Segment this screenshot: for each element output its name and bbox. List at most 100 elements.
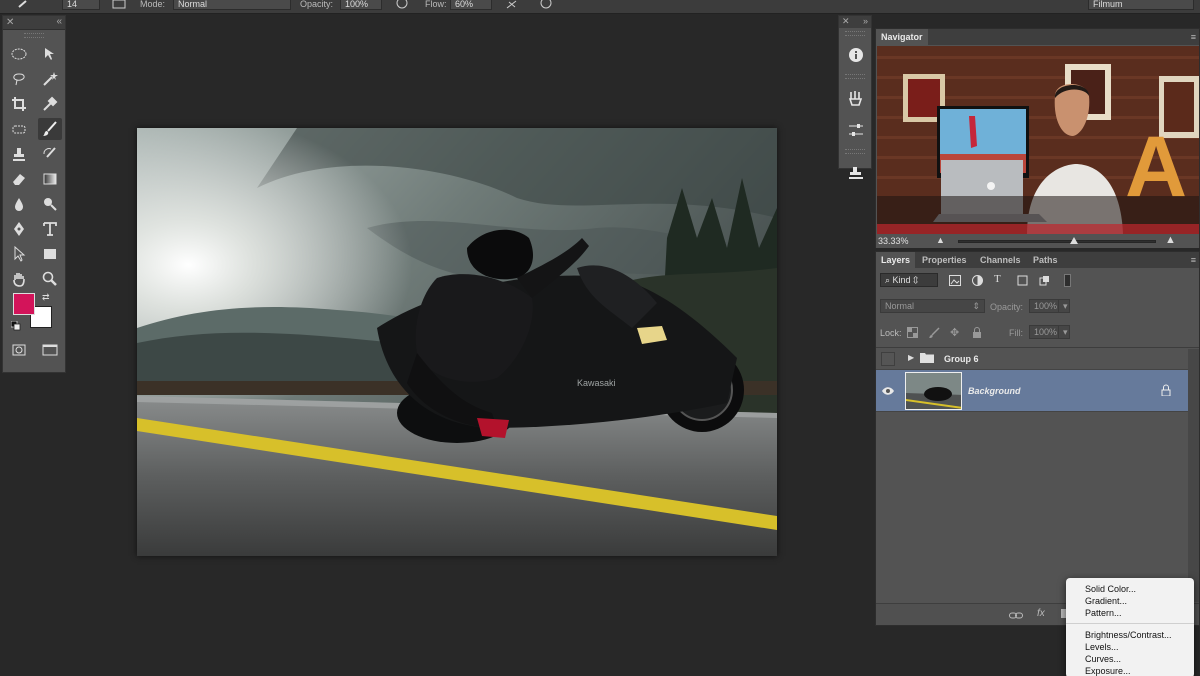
layer-style-icon[interactable]: fx [1037, 608, 1045, 619]
layer-row-background[interactable]: Background [876, 370, 1188, 412]
type-icon[interactable] [38, 218, 62, 240]
zoom-percent[interactable]: 33.33% [878, 236, 909, 246]
brush-panel-icon[interactable] [112, 0, 126, 10]
eyedropper-icon[interactable] [38, 93, 62, 115]
opacity-field[interactable]: 100% [340, 0, 382, 10]
eye-icon[interactable] [881, 384, 895, 398]
document-canvas[interactable]: Kawasaki [137, 128, 777, 556]
smart-object-filter-icon[interactable] [1039, 275, 1050, 288]
foreground-color-swatch[interactable] [13, 293, 35, 315]
default-colors-icon[interactable] [10, 318, 21, 331]
lock-position-icon[interactable]: ✥ [950, 326, 959, 339]
zoom-slider-thumb[interactable] [1069, 237, 1078, 244]
opacity-dropdown-icon[interactable]: ▾ [1058, 299, 1070, 313]
panel-grip[interactable] [24, 33, 44, 38]
fill-field[interactable]: 100% [1029, 325, 1061, 339]
history-brush-icon[interactable] [38, 143, 62, 165]
close-icon[interactable]: ✕ [6, 17, 14, 28]
hand-icon[interactable] [7, 268, 31, 290]
lock-transparent-icon[interactable] [907, 327, 918, 340]
zoom-out-icon[interactable]: ▲ [936, 235, 945, 245]
layer-thumbnail[interactable] [905, 372, 962, 410]
menu-item-gradient[interactable]: Gradient... [1066, 595, 1194, 607]
tool-preset-icon[interactable] [18, 0, 28, 10]
pressure-size-icon[interactable] [540, 0, 552, 10]
layer-name[interactable]: Group 6 [944, 354, 979, 364]
adjustment-layer-menu: Solid Color... Gradient... Pattern... Br… [1066, 578, 1194, 676]
kind-filter-select[interactable]: ⌕ Kind ⇕ [880, 273, 938, 287]
filter-toggle[interactable] [1064, 274, 1071, 287]
magic-wand-icon[interactable] [38, 68, 62, 90]
workspace-select[interactable]: Filmum [1088, 0, 1194, 10]
blur-icon[interactable] [7, 193, 31, 215]
type-filter-icon[interactable]: T [994, 273, 1001, 285]
fill-dropdown-icon[interactable]: ▾ [1058, 325, 1070, 339]
navigator-thumbnail[interactable]: A [877, 46, 1199, 234]
menu-item-pattern[interactable]: Pattern... [1066, 607, 1194, 619]
panel-menu-icon[interactable]: ≡ [1191, 32, 1196, 42]
lasso-icon[interactable] [7, 68, 31, 90]
layer-opacity-field[interactable]: 100% [1029, 299, 1061, 313]
visibility-toggle-empty[interactable] [881, 352, 895, 366]
path-select-icon[interactable] [7, 243, 31, 265]
close-icon[interactable]: ✕ [842, 16, 850, 27]
link-layers-icon[interactable] [1009, 608, 1023, 626]
crop-icon[interactable] [7, 93, 31, 115]
panel-grip[interactable] [845, 31, 865, 36]
collapse-icon[interactable]: « [56, 16, 62, 27]
shape-icon[interactable] [38, 243, 62, 265]
tab-channels[interactable]: Channels [975, 252, 1026, 268]
blend-mode-select[interactable]: Normal ⇕ [880, 299, 985, 313]
expand-icon[interactable]: » [863, 16, 868, 26]
clone-stamp-icon[interactable] [7, 143, 31, 165]
lock-row: Lock: ✥ Fill: 100% ▾ [876, 325, 1188, 341]
brush-presets-icon[interactable] [839, 82, 873, 114]
pen-icon[interactable] [7, 218, 31, 240]
panel-grip[interactable] [845, 74, 865, 79]
zoom-slider[interactable] [958, 237, 1156, 244]
mode-select[interactable]: Normal [173, 0, 291, 10]
zoom-icon[interactable] [38, 268, 62, 290]
pressure-opacity-icon[interactable] [396, 0, 408, 10]
zoom-in-icon[interactable]: ▲ [1165, 234, 1176, 246]
clone-source-icon[interactable] [839, 157, 873, 189]
menu-item-curves[interactable]: Curves... [1066, 653, 1194, 665]
adjustment-filter-icon[interactable] [972, 275, 983, 288]
brush-size-field[interactable]: 14 [62, 0, 100, 10]
lock-icon[interactable] [1161, 384, 1171, 398]
tab-properties[interactable]: Properties [917, 252, 972, 268]
tab-layers[interactable]: Layers [876, 252, 916, 268]
panel-menu-icon[interactable]: ≡ [1191, 255, 1196, 265]
expand-arrow-icon[interactable]: ▶ [908, 353, 914, 362]
marquee-icon[interactable] [7, 43, 31, 65]
move-icon[interactable] [38, 43, 62, 65]
gradient-icon[interactable] [38, 168, 62, 190]
menu-item-brightness-contrast[interactable]: Brightness/Contrast... [1066, 629, 1194, 641]
layer-name[interactable]: Background [968, 386, 1021, 396]
menu-item-solid-color[interactable]: Solid Color... [1066, 583, 1194, 595]
navigator-panel: Navigator ≡ A 33.33% ▲ ▲ [875, 28, 1200, 248]
screen-mode-icon[interactable] [38, 339, 62, 361]
dodge-icon[interactable] [38, 193, 62, 215]
flow-field[interactable]: 60% [450, 0, 492, 10]
swap-colors-icon[interactable]: ⇄ [42, 292, 50, 303]
airbrush-icon[interactable] [506, 0, 518, 10]
info-icon[interactable] [839, 39, 873, 71]
tab-paths[interactable]: Paths [1028, 252, 1063, 268]
folder-icon [920, 352, 934, 365]
brush-icon[interactable] [37, 117, 62, 140]
lock-all-icon[interactable] [972, 327, 982, 340]
lock-pixels-icon[interactable] [929, 327, 940, 340]
adjustments-icon[interactable] [839, 114, 873, 146]
tab-navigator[interactable]: Navigator [876, 29, 928, 45]
panel-grip[interactable] [845, 149, 865, 154]
quick-mask-icon[interactable] [7, 339, 31, 361]
layer-row-group[interactable]: ▶ Group 6 [876, 348, 1188, 370]
layers-scrollbar[interactable] [1188, 349, 1199, 602]
healing-icon[interactable] [7, 118, 31, 140]
pixel-filter-icon[interactable] [949, 275, 961, 288]
menu-item-levels[interactable]: Levels... [1066, 641, 1194, 653]
menu-item-exposure[interactable]: Exposure... [1066, 665, 1194, 676]
shape-filter-icon[interactable] [1017, 275, 1028, 288]
eraser-icon[interactable] [7, 168, 31, 190]
